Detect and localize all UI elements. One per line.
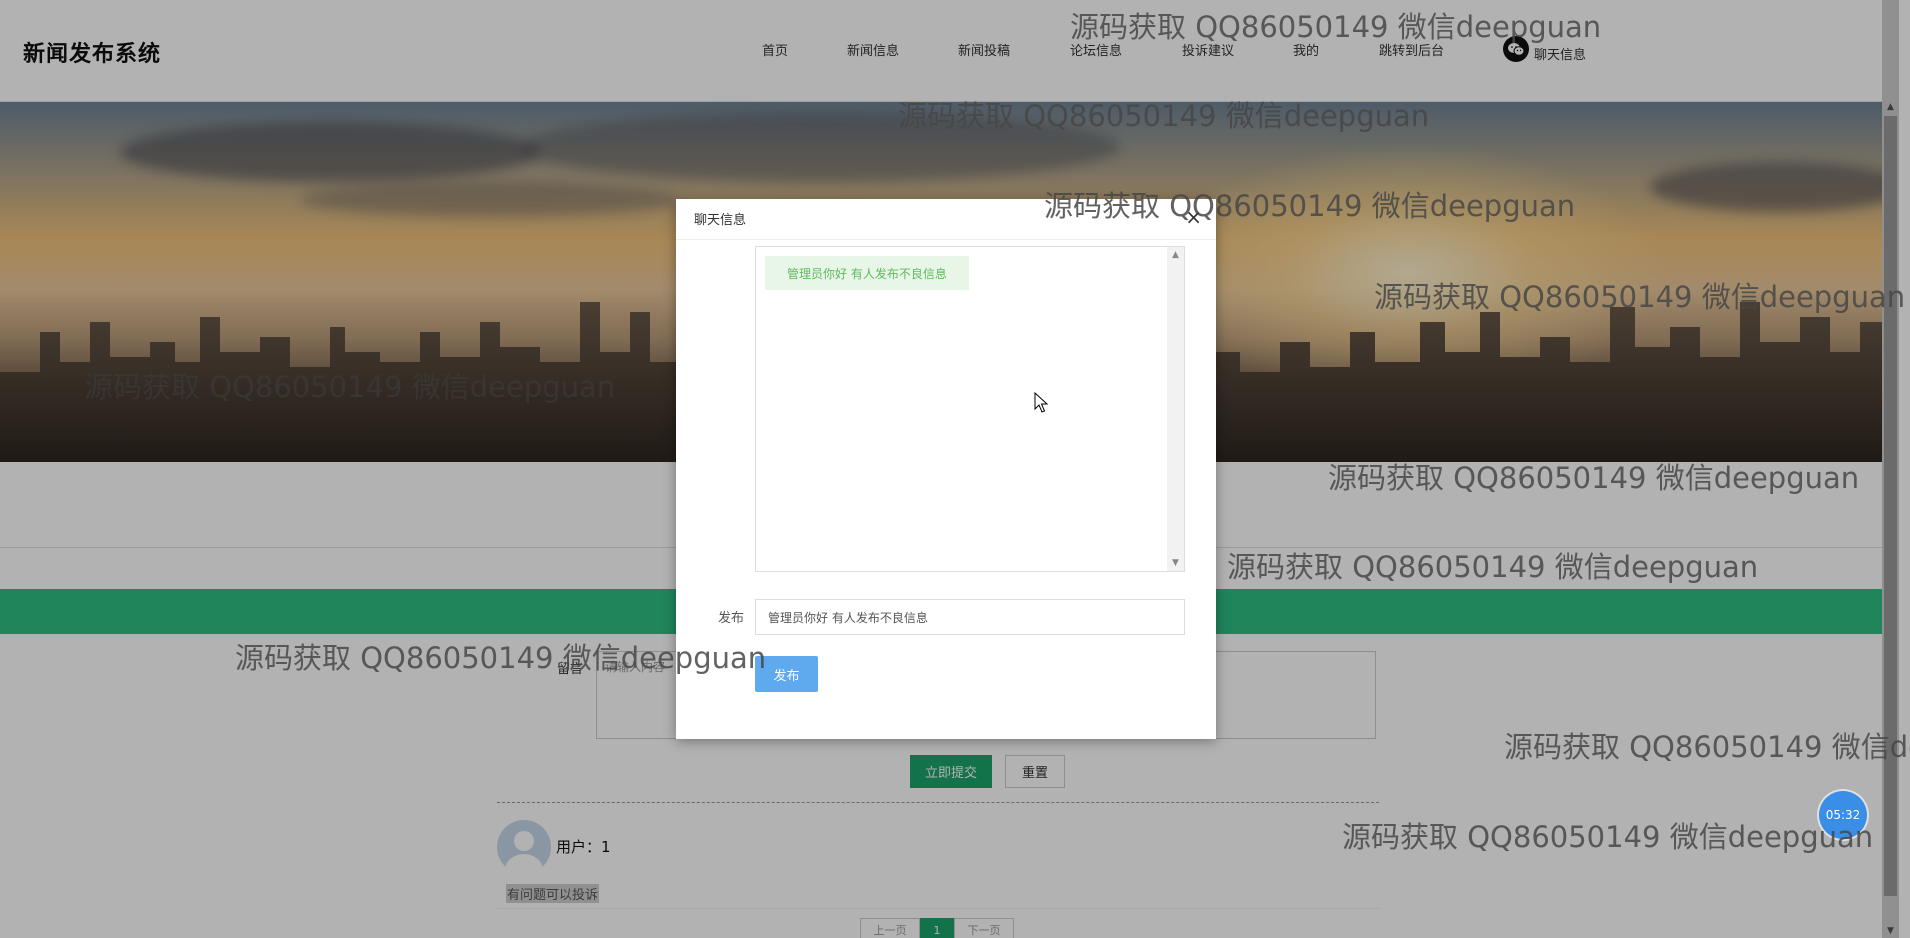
chat-modal: 聊天信息 × 管理员你好 有人发布不良信息 ▲ ▼ 发布 管理员你好 有人发布不… bbox=[676, 199, 1216, 739]
modal-header: 聊天信息 × bbox=[676, 199, 1216, 240]
chat-scroll-down-icon[interactable]: ▼ bbox=[1167, 555, 1184, 571]
chat-message: 管理员你好 有人发布不良信息 bbox=[765, 256, 969, 290]
timer-badge[interactable]: 05:32 bbox=[1819, 791, 1867, 839]
chat-history[interactable]: 管理员你好 有人发布不良信息 ▲ ▼ bbox=[755, 246, 1185, 572]
chat-input[interactable]: 管理员你好 有人发布不良信息 bbox=[755, 599, 1185, 635]
chat-scroll-up-icon[interactable]: ▲ bbox=[1167, 247, 1184, 263]
post-label: 发布 bbox=[718, 611, 745, 626]
send-button[interactable]: 发布 bbox=[755, 656, 818, 692]
close-icon[interactable]: × bbox=[1185, 207, 1202, 227]
mouse-cursor-icon bbox=[1034, 392, 1048, 413]
chat-scrollbar[interactable]: ▲ ▼ bbox=[1167, 247, 1184, 571]
modal-title: 聊天信息 bbox=[694, 213, 747, 228]
